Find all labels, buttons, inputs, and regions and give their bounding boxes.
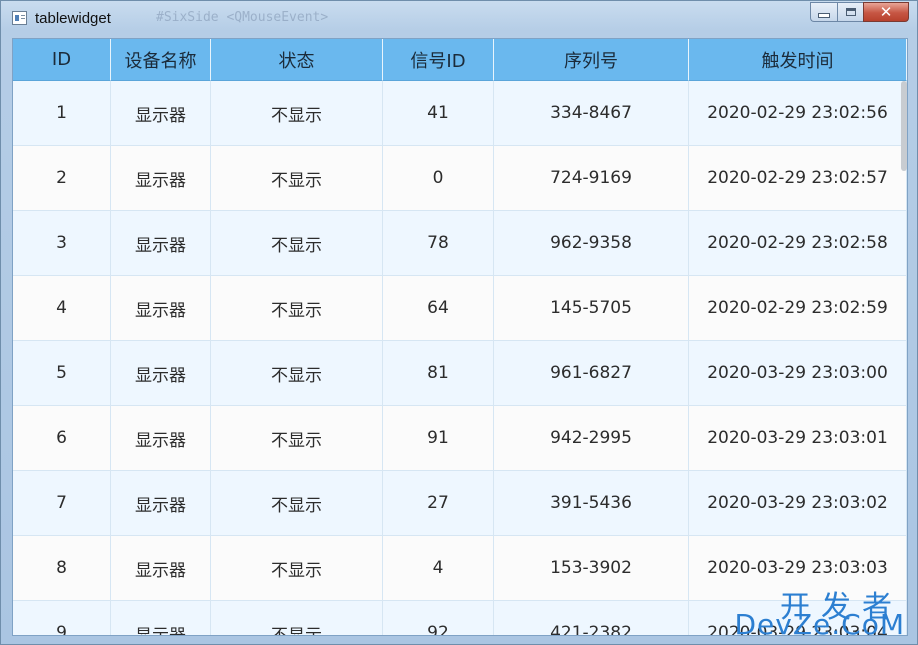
table-cell[interactable]: 91 (383, 406, 494, 471)
table-cell[interactable]: 显示器 (111, 146, 211, 211)
table-row[interactable]: 9 显示器 不显示 92 421-2382 2020-03-29 23:03:04 (13, 601, 907, 635)
window-title: tablewidget (35, 10, 111, 27)
table-row[interactable]: 2 显示器 不显示 0 724-9169 2020-02-29 23:02:57 (13, 146, 907, 211)
table-cell[interactable]: 391-5436 (494, 471, 689, 536)
table-cell[interactable]: 0 (383, 146, 494, 211)
table-cell[interactable]: 不显示 (211, 211, 383, 276)
table-header: ID 设备名称 状态 信号ID 序列号 触发时间 (13, 39, 907, 81)
table-cell[interactable]: 6 (13, 406, 111, 471)
table-cell[interactable]: 2020-02-29 23:02:59 (689, 276, 907, 341)
table-cell[interactable]: 不显示 (211, 536, 383, 601)
close-button[interactable]: ✕ (863, 2, 909, 22)
table-cell[interactable]: 2020-03-29 23:03:02 (689, 471, 907, 536)
table-cell[interactable]: 4 (13, 276, 111, 341)
table-cell[interactable]: 显示器 (111, 406, 211, 471)
table-cell[interactable]: 2020-03-29 23:03:00 (689, 341, 907, 406)
table-cell[interactable]: 962-9358 (494, 211, 689, 276)
table-cell[interactable]: 2020-03-29 23:03:01 (689, 406, 907, 471)
table-cell[interactable]: 145-5705 (494, 276, 689, 341)
table-body: 1 显示器 不显示 41 334-8467 2020-02-29 23:02:56 2 显示器… (13, 81, 907, 635)
table-cell[interactable]: 41 (383, 81, 494, 146)
table-cell[interactable]: 78 (383, 211, 494, 276)
table-cell[interactable]: 不显示 (211, 276, 383, 341)
table-cell[interactable]: 9 (13, 601, 111, 635)
table-cell[interactable]: 8 (13, 536, 111, 601)
table-cell[interactable]: 92 (383, 601, 494, 635)
table-app-icon (12, 11, 27, 25)
table-cell[interactable]: 2020-03-29 23:03:04 (689, 601, 907, 635)
table-cell[interactable]: 421-2382 (494, 601, 689, 635)
table-cell[interactable]: 334-8467 (494, 81, 689, 146)
table-cell[interactable]: 不显示 (211, 341, 383, 406)
table-cell[interactable]: 2020-02-29 23:02:58 (689, 211, 907, 276)
table-cell[interactable]: 不显示 (211, 81, 383, 146)
table-cell[interactable]: 不显示 (211, 146, 383, 211)
vertical-scrollbar[interactable] (901, 81, 907, 635)
column-header[interactable]: 序列号 (494, 39, 689, 81)
table-cell[interactable]: 2020-03-29 23:03:03 (689, 536, 907, 601)
table-widget[interactable]: ID 设备名称 状态 信号ID 序列号 触发时间 1 显示器 不显示 41 334-8467 202… (12, 38, 908, 636)
window-controls: ✕ (810, 2, 909, 22)
column-header[interactable]: 触发时间 (689, 39, 907, 81)
table-cell[interactable]: 27 (383, 471, 494, 536)
table-cell[interactable]: 64 (383, 276, 494, 341)
table-cell[interactable]: 3 (13, 211, 111, 276)
table-row[interactable]: 1 显示器 不显示 41 334-8467 2020-02-29 23:02:56 (13, 81, 907, 146)
table-cell[interactable]: 4 (383, 536, 494, 601)
title-bar[interactable]: tablewidget #SixSide <QMouseEvent> ✕ (1, 1, 917, 37)
close-icon: ✕ (879, 3, 893, 21)
table-cell[interactable]: 942-2995 (494, 406, 689, 471)
table-cell[interactable]: 2020-02-29 23:02:56 (689, 81, 907, 146)
table-row[interactable]: 5 显示器 不显示 81 961-6827 2020-03-29 23:03:00 (13, 341, 907, 406)
table-cell[interactable]: 81 (383, 341, 494, 406)
minimize-button[interactable] (810, 2, 837, 22)
table-cell[interactable]: 5 (13, 341, 111, 406)
table-cell[interactable]: 显示器 (111, 471, 211, 536)
maximize-button[interactable] (837, 2, 863, 22)
table-cell[interactable]: 不显示 (211, 601, 383, 635)
table-row[interactable]: 7 显示器 不显示 27 391-5436 2020-03-29 23:03:02 (13, 471, 907, 536)
column-header[interactable]: 状态 (211, 39, 383, 81)
table-row[interactable]: 8 显示器 不显示 4 153-3902 2020-03-29 23:03:03 (13, 536, 907, 601)
table-cell[interactable]: 2 (13, 146, 111, 211)
table-row[interactable]: 3 显示器 不显示 78 962-9358 2020-02-29 23:02:58 (13, 211, 907, 276)
minimize-icon (818, 12, 830, 18)
table-cell[interactable]: 不显示 (211, 471, 383, 536)
table-cell[interactable]: 显示器 (111, 276, 211, 341)
table-cell[interactable]: 显示器 (111, 211, 211, 276)
scrollbar-thumb[interactable] (901, 81, 907, 171)
table-cell[interactable]: 不显示 (211, 406, 383, 471)
table-row[interactable]: 4 显示器 不显示 64 145-5705 2020-02-29 23:02:59 (13, 276, 907, 341)
table-cell[interactable]: 显示器 (111, 536, 211, 601)
table-row[interactable]: 6 显示器 不显示 91 942-2995 2020-03-29 23:03:01 (13, 406, 907, 471)
background-window-title: #SixSide <QMouseEvent> (156, 10, 329, 25)
app-window: tablewidget #SixSide <QMouseEvent> ✕ ID 设… (0, 0, 918, 645)
column-header[interactable]: 设备名称 (111, 39, 211, 81)
table-cell[interactable]: 显示器 (111, 601, 211, 635)
table-cell[interactable]: 7 (13, 471, 111, 536)
table-cell[interactable]: 153-3902 (494, 536, 689, 601)
table-cell[interactable]: 961-6827 (494, 341, 689, 406)
table-cell[interactable]: 1 (13, 81, 111, 146)
column-header[interactable]: 信号ID (383, 39, 494, 81)
table-cell[interactable]: 显示器 (111, 81, 211, 146)
table-cell[interactable]: 2020-02-29 23:02:57 (689, 146, 907, 211)
maximize-icon (845, 8, 856, 16)
table-cell[interactable]: 显示器 (111, 341, 211, 406)
table-cell[interactable]: 724-9169 (494, 146, 689, 211)
column-header[interactable]: ID (13, 39, 111, 81)
